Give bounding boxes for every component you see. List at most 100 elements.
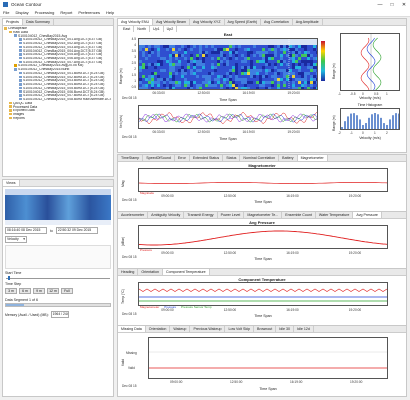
heatmap-cell [151, 87, 154, 89]
heatmap-cell [154, 66, 157, 69]
heatmap-cell [226, 72, 229, 75]
heatmap-cell [274, 57, 277, 60]
tab-orientation[interactable]: Orientation [138, 269, 163, 275]
heatmap-cell [244, 60, 247, 63]
tab-avg-velocity-beam[interactable]: Avg Velocity Beam [153, 19, 191, 25]
heatmap-cell [172, 57, 175, 60]
tab-wakeup[interactable]: Wakeup [170, 326, 191, 332]
east-heatmap[interactable] [138, 38, 318, 90]
menu-display[interactable]: Display [15, 10, 28, 15]
step-6m-button[interactable]: 6 m [19, 288, 31, 294]
tab-avg-velocity-enu[interactable]: Avg Velocity ENU [118, 19, 154, 25]
tab-projects[interactable]: Projects [3, 19, 23, 25]
tab-avg-amplitude[interactable]: Avg Amplitude [293, 19, 323, 25]
tab-ensemble-count[interactable]: Ensemble Count [282, 212, 316, 218]
tab-speedofsound[interactable]: SpeedOfSound [143, 155, 175, 161]
missing-data-chart[interactable] [148, 337, 388, 379]
tree-item-label: Exported Data [13, 109, 35, 113]
heatmap-cell [229, 48, 232, 51]
slider-thumb[interactable] [8, 276, 10, 280]
tab-nominal-correlation[interactable]: Nominal Correlation [240, 155, 280, 161]
heatmap-cell [187, 69, 190, 72]
heatmap-cell [304, 45, 307, 48]
tab-data-summary[interactable]: Data Summary [23, 19, 54, 25]
heatmap-cell [202, 84, 205, 87]
heatmap-cell [265, 72, 268, 75]
start-time-slider[interactable] [6, 276, 110, 280]
mag-chart[interactable] [138, 168, 388, 192]
heatmap-cell [184, 51, 187, 54]
minimize-button[interactable]: — [374, 0, 386, 9]
heatmap-cell [154, 81, 157, 84]
menu-preferences[interactable]: Preferences [78, 10, 100, 15]
heatmap-cell [190, 69, 193, 72]
tab-low-volt-skip[interactable]: Low Volt Skip [225, 326, 255, 332]
tree-item-label: Processed Data [13, 105, 38, 109]
heatmap-cell [244, 66, 247, 69]
tab-brownout[interactable]: Brownout [254, 326, 277, 332]
heatmap-cell [145, 78, 148, 81]
miss-xlabel: Time Span [259, 387, 277, 391]
time-to-input[interactable]: 22:50:32 09 Dec 2015 [55, 227, 98, 234]
heatmap-cell [241, 66, 244, 69]
heatmap-cell [169, 51, 172, 54]
pressure-chart[interactable] [138, 225, 388, 249]
tab-avg-speed-earth-[interactable]: Avg Speed (Earth) [225, 19, 262, 25]
tab-missing-data[interactable]: Missing Data [118, 326, 146, 332]
tab-water-temperature[interactable]: Water Temperature [316, 212, 354, 218]
heatmap-cell [148, 69, 151, 72]
tab-magnetometer-te-[interactable]: Magnetometer Te... [244, 212, 283, 218]
menu-file[interactable]: File [3, 10, 9, 15]
tab-orientation[interactable]: Orientation [146, 326, 171, 332]
heatmap-cell [157, 87, 160, 89]
close-button[interactable]: ✕ [398, 0, 410, 9]
tab-error[interactable]: Error [175, 155, 190, 161]
tab-idle-12d[interactable]: Idle 12d [294, 326, 314, 332]
tab-component-temperature[interactable]: Component Temperature [162, 269, 210, 275]
tab-heading[interactable]: Heading [118, 269, 139, 275]
velocity-select[interactable]: Velocity ▾ [5, 236, 27, 243]
tab-power-level[interactable]: Power Level [218, 212, 245, 218]
tab-extended-status[interactable]: Extended Status [190, 155, 224, 161]
tab-previous-wakeup[interactable]: Previous Wakeup [190, 326, 226, 332]
tab-battery[interactable]: Battery [279, 155, 298, 161]
heatmap-cell [178, 75, 181, 78]
subtab-east[interactable]: East [120, 26, 135, 32]
tree-item[interactable]: Reports [4, 116, 112, 121]
file-icon [19, 83, 22, 86]
step-12m-button[interactable]: 12 m [47, 288, 59, 294]
tab-views[interactable]: Views [3, 180, 20, 186]
heatmap-cell [247, 45, 250, 48]
step-9m-button[interactable]: 9 m [33, 288, 45, 294]
tab-magnetometer[interactable]: Magnetometer [297, 155, 328, 161]
heatmap-cell [190, 78, 193, 81]
step-full-button[interactable]: Full [61, 288, 73, 294]
step-3m-button[interactable]: 3 m [5, 288, 17, 294]
heatmap-cell [280, 75, 283, 78]
tab-timestamp[interactable]: TimeStamp [118, 155, 144, 161]
menu-report[interactable]: Report [60, 10, 72, 15]
menu-help[interactable]: Help [106, 10, 114, 15]
heatmap-cell [262, 78, 265, 81]
time-from-input[interactable]: 08:16:40 08 Dec 2015 [5, 227, 47, 234]
heatmap-cell [268, 84, 271, 87]
maximize-button[interactable]: □ [386, 0, 398, 9]
velocity-profile-chart[interactable] [340, 33, 400, 91]
tab-transmit-energy[interactable]: Transmit Energy [184, 212, 218, 218]
tab-avg-correlation[interactable]: Avg Correlation [261, 19, 293, 25]
heatmap-cell [250, 66, 253, 69]
tab-idle-30[interactable]: Idle 30 [276, 326, 295, 332]
tab-accelerometer[interactable]: Accelerometer [118, 212, 149, 218]
velocity-hist-chart[interactable] [340, 108, 400, 130]
heatmap-cell [142, 78, 145, 81]
tab-status[interactable]: Status [223, 155, 241, 161]
menu-processing[interactable]: Processing [35, 10, 55, 15]
mini-velocity-chart[interactable] [138, 105, 318, 129]
tab-ambiguity-velocity[interactable]: Ambiguity Velocity [148, 212, 185, 218]
tab-avg-velocity-xyz[interactable]: Avg Velocity XYZ [190, 19, 225, 25]
tab-avg-pressure[interactable]: Avg Pressure [353, 212, 382, 218]
temperature-chart[interactable] [138, 282, 388, 306]
heatmap-cell [307, 66, 310, 69]
heatmap-cell [202, 66, 205, 69]
heatmap-cell [217, 66, 220, 69]
